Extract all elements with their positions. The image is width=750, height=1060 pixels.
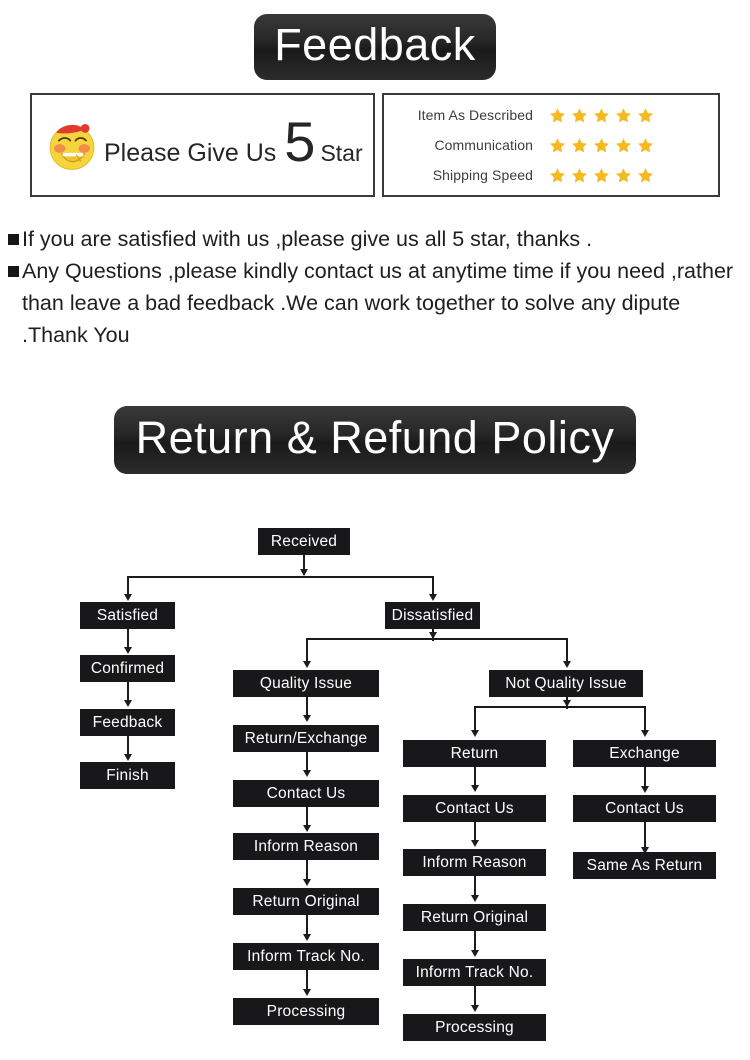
connector-arrow bbox=[428, 594, 437, 601]
connector-arrow bbox=[640, 786, 649, 793]
flow-node-quality-inform-reason: Inform Reason bbox=[233, 833, 379, 860]
connector-line bbox=[474, 706, 645, 708]
flow-node-received: Received bbox=[258, 528, 350, 555]
connector-arrow bbox=[640, 730, 649, 737]
seller-ratings-box: Item As Described Communication Shipping… bbox=[382, 93, 720, 197]
flow-node-not-quality-issue: Not Quality Issue bbox=[489, 670, 643, 697]
star-icon bbox=[571, 137, 588, 154]
connector-line bbox=[127, 576, 433, 578]
flow-node-quality-inform-track-no: Inform Track No. bbox=[233, 943, 379, 970]
connector-line bbox=[474, 706, 476, 733]
connector-arrow bbox=[302, 661, 311, 668]
flow-node-quality-processing: Processing bbox=[233, 998, 379, 1025]
flow-node-quality-return-original: Return Original bbox=[233, 888, 379, 915]
flow-node-return-inform-reason: Inform Reason bbox=[403, 849, 546, 876]
promise-text-before: Please Give Us bbox=[104, 139, 277, 167]
connector-arrow bbox=[302, 825, 311, 832]
feedback-info-boxes: Please Give Us 5 Star Item As Described … bbox=[30, 93, 720, 197]
star-icon bbox=[593, 107, 610, 124]
star-icon bbox=[637, 167, 654, 184]
list-item-text: Any Questions ,please kindly contact us … bbox=[22, 259, 734, 347]
rating-row: Communication bbox=[414, 130, 704, 160]
star-icon bbox=[549, 107, 566, 124]
square-bullet-icon bbox=[8, 266, 19, 277]
rating-stars bbox=[549, 137, 654, 154]
star-icon bbox=[615, 137, 632, 154]
connector-arrow bbox=[470, 1005, 479, 1012]
connector-arrow bbox=[302, 989, 311, 996]
star-icon bbox=[571, 107, 588, 124]
square-bullet-icon bbox=[8, 234, 19, 245]
connector-line bbox=[644, 822, 646, 850]
connector-arrow bbox=[470, 895, 479, 902]
grinning-face-with-red-hat-emoji bbox=[44, 117, 100, 173]
flow-node-return-contact-us: Contact Us bbox=[403, 795, 546, 822]
connector-line bbox=[306, 638, 567, 640]
flow-node-exchange-contact-us: Contact Us bbox=[573, 795, 716, 822]
feedback-banner-container: Feedback bbox=[0, 14, 750, 80]
connector-arrow bbox=[123, 594, 132, 601]
star-icon bbox=[615, 107, 632, 124]
policy-banner-container: Return & Refund Policy bbox=[0, 406, 750, 474]
connector-arrow bbox=[123, 754, 132, 761]
star-icon bbox=[571, 167, 588, 184]
flow-node-finish: Finish bbox=[80, 762, 175, 789]
flow-node-return-processing: Processing bbox=[403, 1014, 546, 1041]
connector-arrow bbox=[302, 934, 311, 941]
flow-node-exchange: Exchange bbox=[573, 740, 716, 767]
rating-row: Shipping Speed bbox=[414, 160, 704, 190]
connector-arrow bbox=[562, 661, 571, 668]
promise-star-number: 5 bbox=[284, 110, 316, 173]
star-icon bbox=[593, 137, 610, 154]
flow-node-quality-contact-us: Contact Us bbox=[233, 780, 379, 807]
feedback-notes-list: If you are satisfied with us ,please giv… bbox=[8, 223, 743, 351]
feedback-banner-title: Feedback bbox=[254, 14, 496, 80]
rating-stars bbox=[549, 107, 654, 124]
list-item: Any Questions ,please kindly contact us … bbox=[8, 255, 743, 351]
connector-arrow bbox=[470, 840, 479, 847]
flow-node-return-return-original: Return Original bbox=[403, 904, 546, 931]
rating-row: Item As Described bbox=[414, 100, 704, 130]
connector-arrow bbox=[470, 950, 479, 957]
flow-node-same-as-return: Same As Return bbox=[573, 852, 716, 879]
flow-node-return: Return bbox=[403, 740, 546, 767]
connector-arrow bbox=[123, 647, 132, 654]
flow-node-confirmed: Confirmed bbox=[80, 655, 175, 682]
rating-stars bbox=[549, 167, 654, 184]
connector-arrow bbox=[299, 569, 308, 576]
list-item: If you are satisfied with us ,please giv… bbox=[8, 223, 743, 255]
star-icon bbox=[549, 137, 566, 154]
connector-arrow bbox=[302, 770, 311, 777]
connector-arrow bbox=[302, 879, 311, 886]
flow-node-dissatisfied: Dissatisfied bbox=[385, 602, 480, 629]
connector-arrow bbox=[302, 715, 311, 722]
connector-line bbox=[644, 706, 646, 733]
rating-label: Shipping Speed bbox=[432, 167, 533, 183]
star-icon bbox=[637, 137, 654, 154]
connector-arrow bbox=[470, 785, 479, 792]
list-item-text: If you are satisfied with us ,please giv… bbox=[22, 227, 593, 251]
star-icon bbox=[549, 167, 566, 184]
promise-text-after: Star bbox=[320, 140, 363, 166]
policy-banner-title: Return & Refund Policy bbox=[113, 406, 637, 474]
star-icon bbox=[593, 167, 610, 184]
flow-node-satisfied: Satisfied bbox=[80, 602, 175, 629]
rating-label: Item As Described bbox=[417, 107, 533, 123]
star-icon bbox=[637, 107, 654, 124]
flow-node-feedback: Feedback bbox=[80, 709, 175, 736]
rating-label: Communication bbox=[434, 137, 533, 153]
connector-arrow bbox=[123, 700, 132, 707]
flow-node-return-inform-track-no: Inform Track No. bbox=[403, 959, 546, 986]
flow-node-quality-issue: Quality Issue bbox=[233, 670, 379, 697]
connector-arrow bbox=[470, 730, 479, 737]
please-give-5-star-text: Please Give Us 5 Star bbox=[104, 110, 363, 173]
return-refund-flowchart: Received Satisfied Confirmed Feedback Fi… bbox=[0, 515, 750, 1060]
flow-node-return-exchange: Return/Exchange bbox=[233, 725, 379, 752]
star-icon bbox=[615, 167, 632, 184]
please-give-5-star-box: Please Give Us 5 Star bbox=[30, 93, 375, 197]
